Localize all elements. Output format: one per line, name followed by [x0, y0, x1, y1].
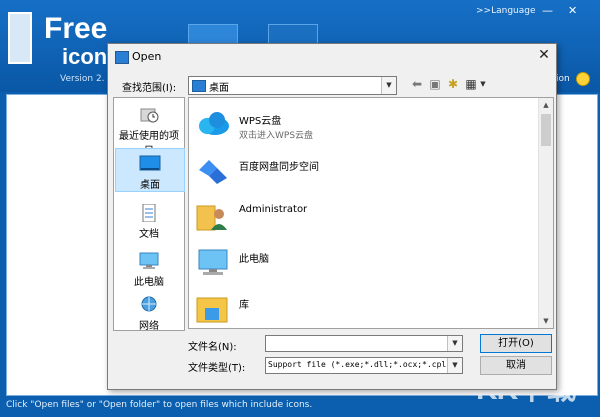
app-logo-text: Free: [44, 12, 108, 45]
dialog-title: Open: [132, 50, 162, 63]
look-in-label: 查找范围(I):: [122, 83, 177, 94]
documents-icon: [142, 204, 156, 222]
status-bar-text: Click "Open files" or "Open folder" to o…: [6, 400, 313, 410]
back-icon[interactable]: ⬅: [410, 77, 424, 91]
app-version: Version 2.: [60, 74, 105, 84]
baidu-sync-icon: [199, 160, 227, 184]
cloud-icon: [199, 112, 229, 135]
desktop-icon: [139, 155, 161, 171]
place-label: 网络: [139, 321, 159, 332]
place-computer[interactable]: 此电脑: [115, 246, 183, 288]
close-icon[interactable]: ✕: [536, 47, 552, 63]
app-logo-icon: [8, 12, 32, 64]
cancel-button[interactable]: 取消: [480, 356, 552, 375]
place-desktop[interactable]: 桌面: [115, 148, 185, 192]
open-dialog: Open ✕ 查找范围(I): 桌面 ▼ ⬅ ▣ ✱ ▦ ▼ 最近使用的项目 桌…: [107, 43, 557, 390]
vertical-scrollbar[interactable]: ▲ ▼: [538, 98, 553, 328]
chevron-down-icon[interactable]: ▼: [447, 358, 462, 373]
list-item[interactable]: Administrator: [193, 194, 533, 238]
desktop-icon: [192, 80, 206, 92]
file-list: WPS云盘 双击进入WPS云盘 百度网盘同步空间 Administrator 此…: [188, 97, 554, 329]
chevron-down-icon[interactable]: ▼: [381, 77, 396, 94]
library-icon: [196, 297, 228, 323]
app-logo-text-2: icon: [62, 44, 108, 69]
computer-icon: [198, 249, 228, 275]
list-item[interactable]: 百度网盘同步空间: [193, 148, 533, 192]
item-name: 库: [239, 300, 249, 311]
look-in-combo[interactable]: 桌面 ▼: [188, 76, 397, 95]
filetype-value: Support file (*.exe;*.dll;*.ocx;*.cpl: [268, 360, 447, 369]
item-name: 百度网盘同步空间: [239, 162, 319, 173]
place-label: 文档: [139, 229, 159, 240]
look-in-value: 桌面: [209, 83, 229, 94]
user-folder-icon: [196, 205, 227, 231]
item-name: Administrator: [239, 204, 308, 215]
item-subtitle: 双击进入WPS云盘: [239, 131, 314, 141]
new-folder-icon[interactable]: ✱: [446, 77, 460, 91]
view-chevron-down-icon[interactable]: ▼: [476, 77, 490, 91]
places-bar: 最近使用的项目 桌面 文档 此电脑 网络: [113, 97, 185, 332]
place-network[interactable]: 网络: [115, 294, 183, 332]
recent-icon: [140, 108, 159, 123]
scroll-down-icon[interactable]: ▼: [539, 314, 553, 328]
item-name: WPS云盘: [239, 116, 282, 127]
place-label: 此电脑: [134, 277, 164, 288]
list-item[interactable]: 库: [193, 286, 533, 330]
filename-label: 文件名(N):: [188, 342, 237, 353]
smiley-icon[interactable]: [576, 72, 590, 86]
filetype-label: 文件类型(T):: [188, 363, 246, 374]
network-icon: [141, 296, 157, 312]
close-app-icon[interactable]: ✕: [568, 4, 577, 17]
dialog-app-icon: [115, 51, 129, 64]
scroll-up-icon[interactable]: ▲: [539, 98, 553, 112]
filetype-select[interactable]: Support file (*.exe;*.dll;*.ocx;*.cpl ▼: [265, 357, 463, 374]
language-link[interactable]: >>Language: [476, 6, 536, 16]
chevron-down-icon[interactable]: ▼: [447, 336, 462, 351]
scroll-thumb[interactable]: [541, 114, 551, 146]
computer-icon: [139, 252, 159, 269]
place-recent[interactable]: 最近使用的项目: [115, 100, 183, 157]
open-button[interactable]: 打开(O): [480, 334, 552, 353]
place-documents[interactable]: 文档: [115, 198, 183, 240]
up-folder-icon[interactable]: ▣: [428, 77, 442, 91]
item-name: 此电脑: [239, 254, 269, 265]
minimize-icon[interactable]: —: [542, 4, 553, 17]
filename-input[interactable]: ▼: [265, 335, 463, 352]
list-item[interactable]: WPS云盘 双击进入WPS云盘: [193, 102, 533, 146]
place-label: 桌面: [140, 180, 160, 191]
list-item[interactable]: 此电脑: [193, 240, 533, 284]
